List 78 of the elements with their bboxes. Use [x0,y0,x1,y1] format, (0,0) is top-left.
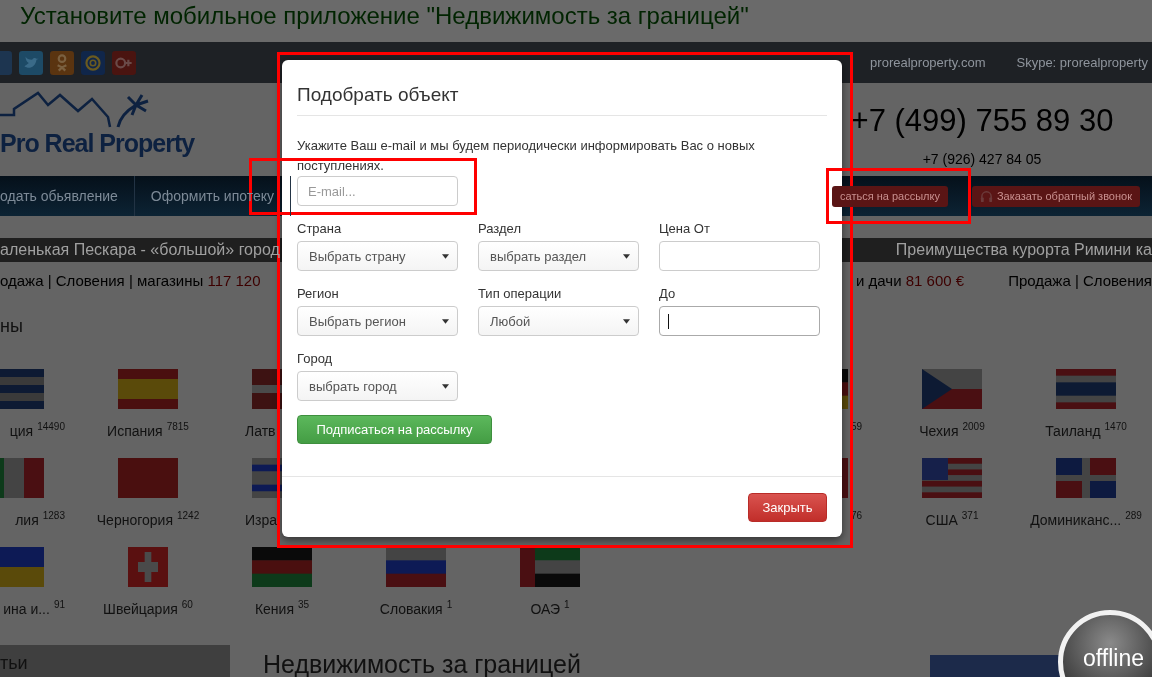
country-name[interactable]: Испания [107,421,163,441]
text-input-field[interactable] [659,306,820,336]
listing-count: 14490 [37,421,65,433]
nav-button[interactable]: Заказать обратный звонок [971,185,1140,207]
phone-number: +7 (499) 755 89 30 [850,103,1114,139]
caret-icon [442,318,449,324]
close-button[interactable]: Закрыть [748,492,827,522]
section-title: ны [0,315,23,338]
skype-text: Skype: prorealproperty [1016,55,1148,70]
modal-description: Укажите Ваш e-mail и мы будем периодически информировать Вас о новых поступлениях. [297,137,756,175]
field-label: Город [297,350,334,368]
country-name[interactable]: Швейцария [103,599,178,619]
listing-count: 91 [53,599,65,611]
listing-count: 76 [851,510,863,522]
country-name[interactable]: Изра [245,510,278,530]
headset-icon [979,189,993,203]
text-input-field[interactable] [659,241,820,271]
dropdown[interactable]: выбрать город [297,371,458,401]
listing-text[interactable]: и дачи [856,271,906,289]
country-name[interactable]: ОАЭ [530,599,561,619]
listing-text[interactable]: Продажа | Словения [1008,271,1152,289]
country-name[interactable]: ина и... [3,599,50,619]
at-sign-icon[interactable] [81,50,105,75]
caret-icon [623,318,630,324]
dropdown[interactable]: Любой [478,306,639,336]
caret-icon [623,253,630,259]
country-name[interactable]: Кения [254,599,294,619]
listing-count: 35 [297,599,310,611]
text-cursor [668,314,669,329]
listing-count: 289 [1125,510,1142,522]
field-label: Страна [297,220,343,238]
country-name[interactable]: Черногория [96,510,173,530]
country-name[interactable]: Таиланд [1045,421,1101,441]
nav-link[interactable]: одать обьявление [0,176,135,216]
social-icon[interactable] [112,50,136,75]
email-text[interactable]: prorealproperty.com [870,55,986,70]
listing-count: 1 [446,599,453,611]
country-name[interactable]: лия [15,510,39,530]
listing-count: 1470 [1104,421,1127,433]
listing-text[interactable]: одажа | Словения | магазины [0,271,208,289]
field-label: Тип операции [478,285,563,303]
country-name[interactable]: Доминиканс... [1030,510,1122,530]
caret-icon [442,253,449,259]
country-name[interactable]: Словакия [379,599,443,619]
subscribe-button[interactable]: Подписаться на рассылку [297,415,492,444]
listing-count: 1242 [176,510,200,522]
listing-count: 7815 [166,421,189,433]
price-text: 81 600 € [905,271,965,289]
field-label: Раздел [478,220,522,238]
field-label: Цена От [659,220,711,238]
flag-icon[interactable] [386,547,446,587]
app-banner-text: Установите мобильное приложение "Недвижимость за границей" [20,2,749,30]
dropdown[interactable]: выбрать раздел [478,241,639,271]
price-text: 117 120 [207,271,261,289]
logo-text: Pro Real Property [0,129,195,158]
listing-count: 1283 [42,510,65,522]
social-icon[interactable] [50,50,74,75]
flag-icon[interactable] [520,547,580,587]
phone-number: +7 (926) 427 84 05 [922,151,1042,167]
news-ticker-text[interactable]: Преимущества курорта Римини ка [895,241,1152,259]
country-name[interactable]: Чехия [919,421,959,441]
listing-count: 371 [961,510,979,522]
country-name[interactable]: Латв [245,421,276,441]
bird-icon[interactable] [19,50,43,75]
nav-button[interactable]: саться на рассылку [832,185,948,207]
email-input-field[interactable]: E-mail... [297,176,458,206]
caret-icon [442,383,449,389]
dropdown[interactable]: Выбрать регион [297,306,458,336]
field-label: Регион [297,285,340,303]
listing-count: 60 [181,599,193,611]
field-label: До [659,285,677,303]
country-name[interactable]: ция [9,421,34,441]
country-name[interactable]: США [925,510,958,530]
listing-count: 1 [564,599,570,611]
dropdown[interactable]: Выбрать страну [297,241,458,271]
listing-count: 2009 [962,421,985,433]
chat-status-badge[interactable]: offline [1058,610,1152,677]
modal-title: Подобрать объект [297,84,459,105]
